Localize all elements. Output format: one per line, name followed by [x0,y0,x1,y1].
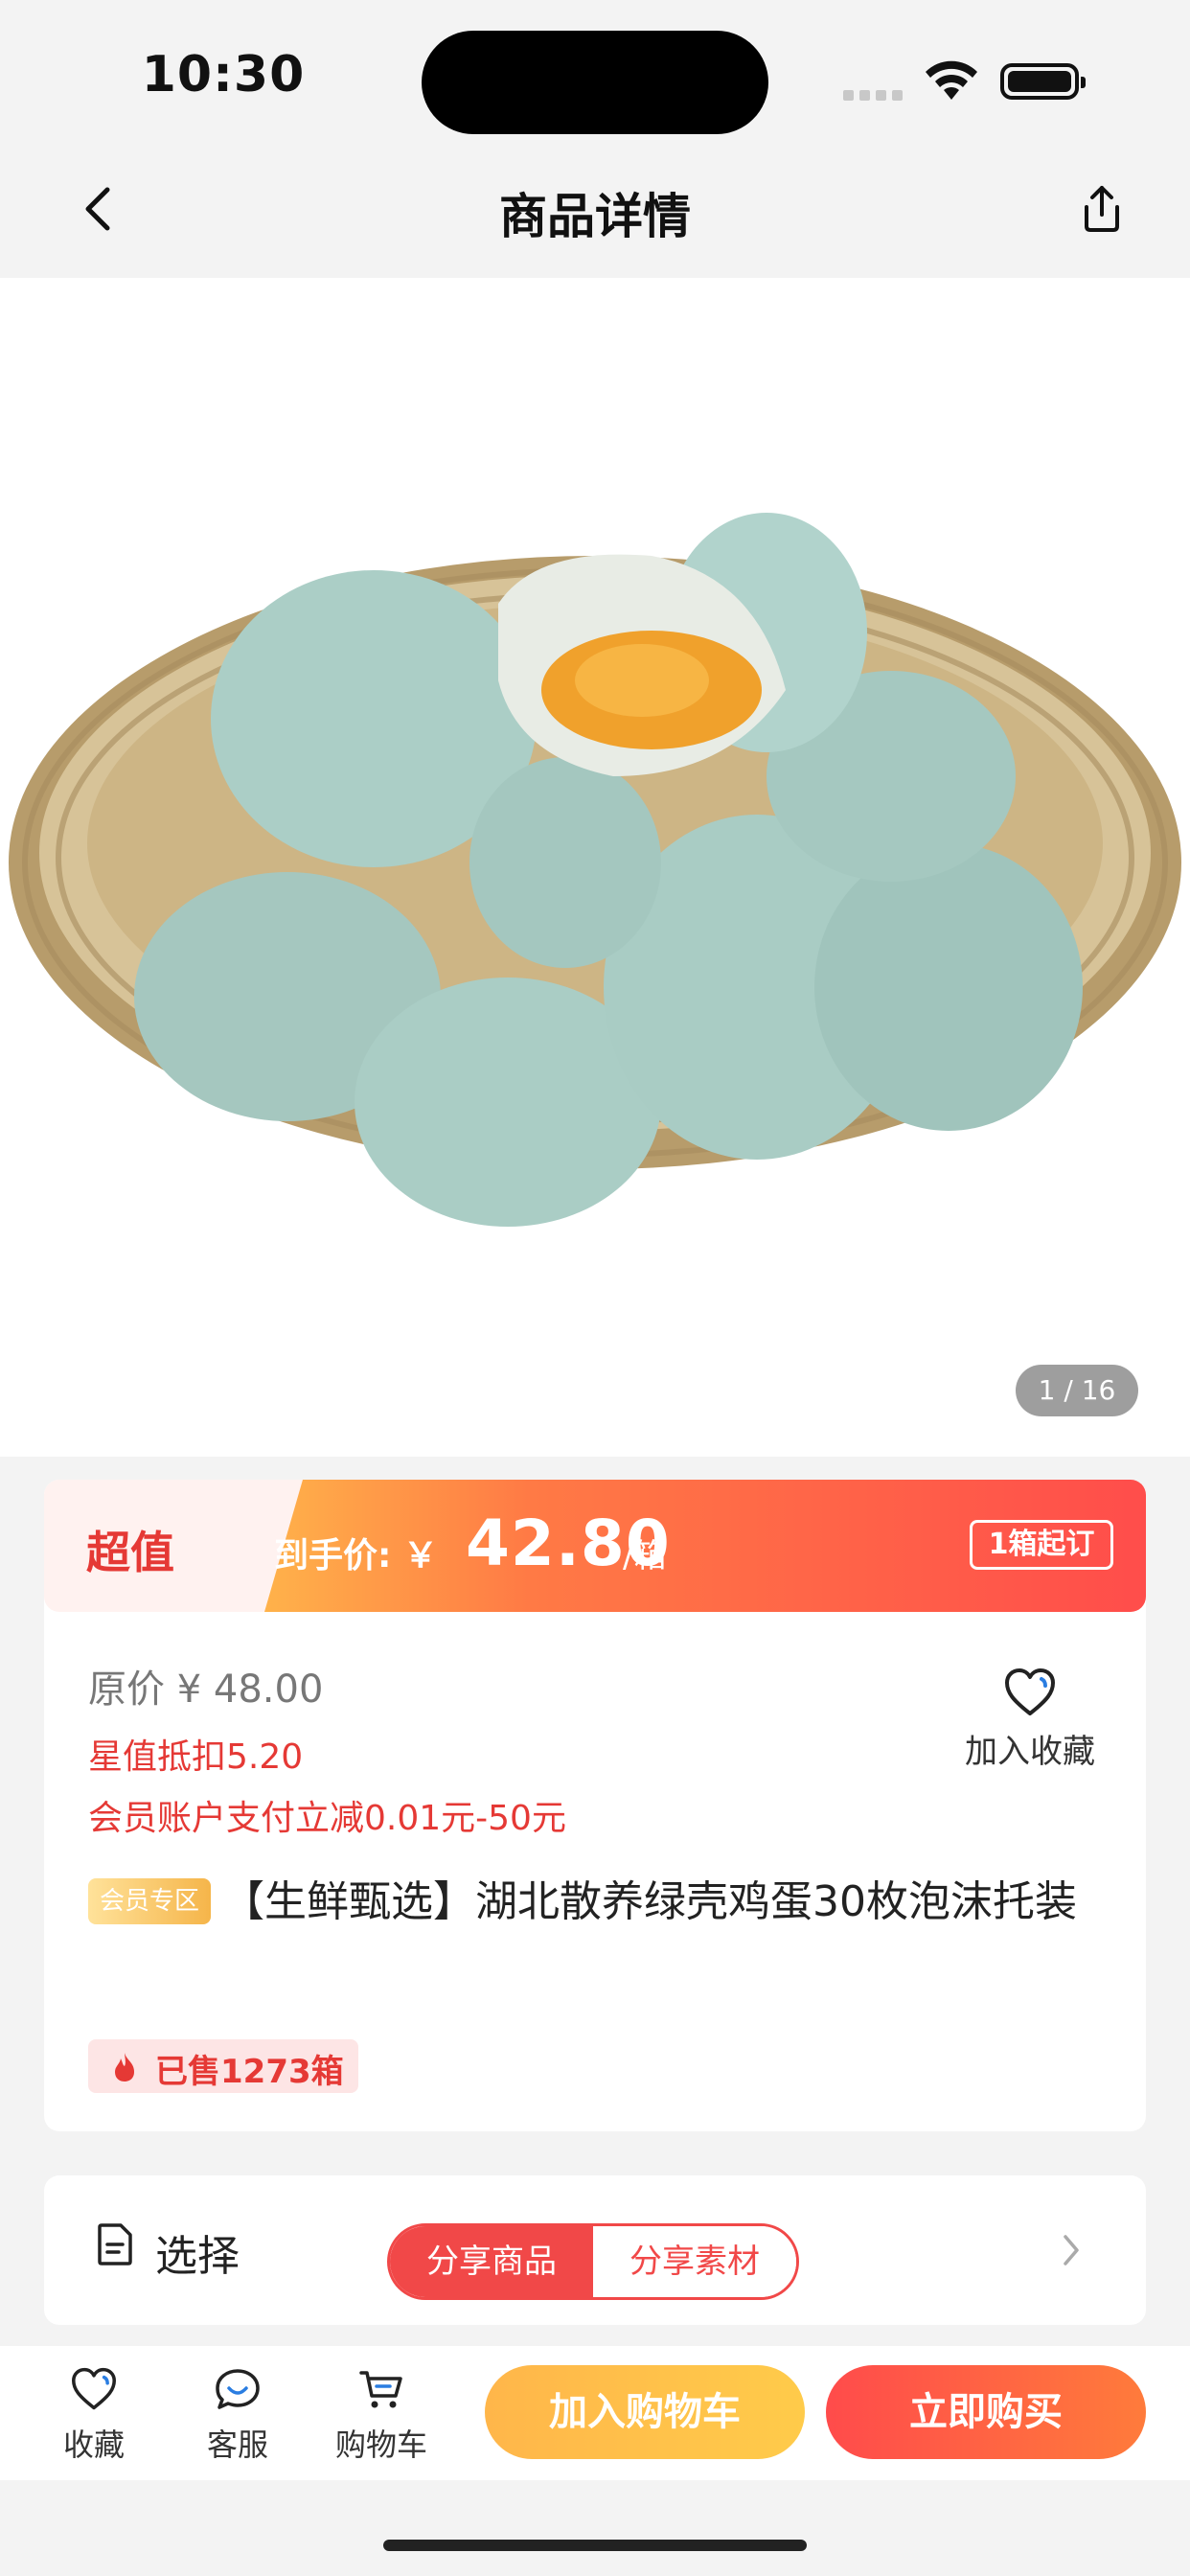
star-discount: 星值抵扣5.20 [88,1737,304,1777]
cart-icon [359,2371,402,2408]
tab-cart[interactable]: 购物车 [324,2367,439,2465]
share-toggle: 分享商品 分享素材 [387,2223,799,2300]
buy-now-button[interactable]: 立即购买 [826,2365,1146,2459]
image-counter: 1 / 16 [1016,1365,1138,1416]
value-badge: 超值 [86,1527,174,1578]
share-icon[interactable] [1073,180,1131,238]
select-label: 选择 [155,2232,240,2281]
dynamic-island [422,31,768,134]
final-price-label: 到手价: ￥ [274,1536,438,1576]
tab-service-label: 客服 [206,2426,268,2463]
tab-favorite-label: 收藏 [62,2426,125,2463]
share-material-button[interactable]: 分享素材 [593,2226,796,2297]
tab-cart-label: 购物车 [334,2426,427,2463]
status-time: 10:30 [141,46,306,104]
battery-icon [1000,63,1086,100]
document-icon [98,2223,132,2266]
home-indicator[interactable] [383,2540,807,2551]
add-favorite-label: 加入收藏 [965,1733,1095,1771]
add-to-cart-button[interactable]: 加入购物车 [485,2365,805,2459]
chevron-right-icon[interactable] [1060,2231,1083,2269]
heart-icon [1005,1668,1055,1715]
signal-icon [843,86,908,101]
page-title: 商品详情 [499,189,691,244]
flame-icon [115,2053,134,2082]
share-goods-button[interactable]: 分享商品 [390,2226,593,2297]
wifi-icon [926,60,977,100]
member-discount: 会员账户支付立减0.01元-50元 [88,1799,566,1838]
original-price: 原价 ¥ 48.00 [88,1668,324,1712]
product-image[interactable] [0,278,1190,1457]
tab-service[interactable]: 客服 [180,2367,295,2465]
product-title: 【生鲜甄选】湖北散养绿壳鸡蛋30枚泡沫托装 [222,1877,1077,1926]
min-order-badge: 1箱起订 [970,1520,1113,1570]
chat-icon [216,2369,260,2409]
sold-count: 已售1273箱 [155,2053,344,2091]
heart-icon [71,2367,116,2410]
tab-favorite[interactable]: 收藏 [36,2367,151,2465]
price-unit: /箱 [623,1537,667,1576]
